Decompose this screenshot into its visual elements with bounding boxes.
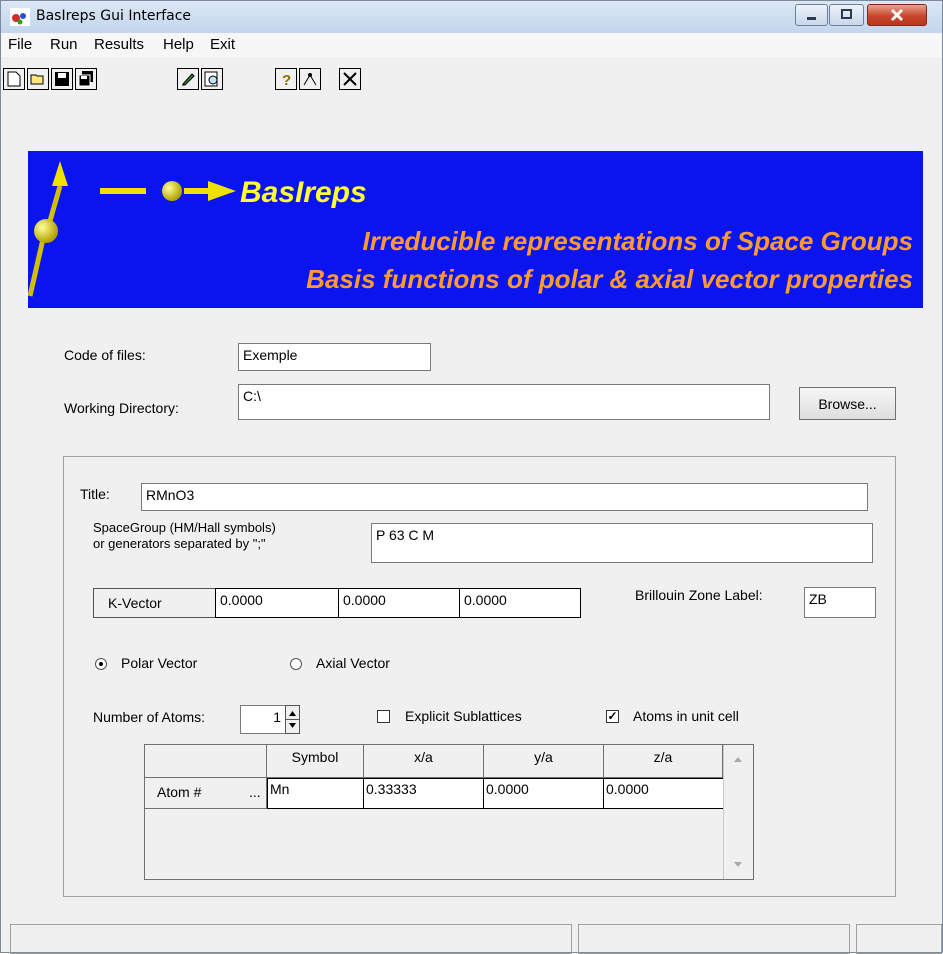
grid-header-symbol[interactable]: Symbol bbox=[267, 745, 364, 778]
scroll-up-icon bbox=[734, 757, 742, 762]
svg-text:?: ? bbox=[282, 72, 291, 87]
minimize-button[interactable] bbox=[795, 4, 828, 26]
grid-cell-y[interactable]: 0.0000 bbox=[483, 778, 604, 809]
spinner-up-down-icon bbox=[286, 711, 299, 728]
menu-bar: File Run Results Help Exit bbox=[1, 33, 942, 57]
title-input[interactable]: RMnO3 bbox=[141, 483, 868, 511]
banner-title: BasIreps bbox=[240, 176, 367, 209]
title-bar: BasIreps Gui Interface bbox=[1, 1, 942, 33]
grid-header-z[interactable]: z/a bbox=[604, 745, 723, 778]
new-file-icon bbox=[7, 71, 21, 87]
number-of-atoms-label: Number of Atoms: bbox=[93, 709, 206, 725]
open-folder-icon bbox=[30, 74, 44, 85]
spacegroup-input[interactable]: P 63 C M bbox=[371, 523, 873, 563]
preview-button[interactable] bbox=[201, 68, 223, 90]
kvector-y-input[interactable]: 0.0000 bbox=[338, 588, 460, 618]
kvector-x-input[interactable]: 0.0000 bbox=[215, 588, 339, 618]
number-of-atoms-input[interactable]: 1 bbox=[240, 705, 286, 734]
save-all-icon bbox=[78, 71, 93, 87]
grid-row-label: Atom # bbox=[157, 784, 202, 800]
save-button[interactable] bbox=[51, 68, 73, 90]
menu-file[interactable]: File bbox=[8, 36, 32, 53]
scroll-down-icon bbox=[734, 862, 742, 867]
app-icon bbox=[10, 8, 30, 26]
brillouin-zone-label: Brillouin Zone Label: bbox=[635, 587, 763, 603]
code-of-files-label: Code of files: bbox=[64, 347, 146, 363]
banner: BasIreps Irreducible representations of … bbox=[28, 151, 923, 308]
atoms-in-unit-cell-checkbox[interactable]: ✓ bbox=[606, 710, 619, 723]
help-button[interactable]: ? bbox=[275, 68, 297, 90]
banner-subtitle-2: Basis functions of polar & axial vector … bbox=[306, 264, 913, 294]
menu-run[interactable]: Run bbox=[50, 36, 78, 53]
window-title: BasIreps Gui Interface bbox=[36, 8, 192, 24]
status-panel-3 bbox=[856, 924, 942, 954]
close-tool-button[interactable] bbox=[339, 68, 361, 90]
atoms-grid[interactable]: Symbol x/a y/a z/a Atom # ... Mn 0.33333… bbox=[144, 744, 754, 880]
grid-header-y[interactable]: y/a bbox=[484, 745, 604, 778]
wizard-button[interactable] bbox=[299, 68, 321, 90]
open-button[interactable] bbox=[27, 68, 49, 90]
preview-icon bbox=[204, 71, 218, 87]
browse-button[interactable]: Browse... bbox=[799, 387, 896, 420]
close-x-icon bbox=[343, 72, 357, 86]
main-window: BasIreps Gui Interface File Run Results … bbox=[0, 0, 943, 954]
polar-vector-label: Polar Vector bbox=[121, 655, 198, 671]
spacegroup-label-line2: or generators separated by ";" bbox=[93, 536, 266, 551]
kvector-label: K-Vector bbox=[93, 588, 216, 618]
title-label: Title: bbox=[80, 486, 110, 502]
close-icon bbox=[890, 8, 904, 22]
edit-button[interactable] bbox=[177, 68, 199, 90]
explicit-sublattices-label: Explicit Sublattices bbox=[405, 708, 522, 724]
banner-subtitle-1: Irreducible representations of Space Gro… bbox=[362, 226, 913, 256]
atoms-spinner[interactable] bbox=[285, 705, 300, 734]
maximize-icon bbox=[841, 9, 852, 19]
help-icon: ? bbox=[282, 72, 291, 87]
axial-vector-radio[interactable] bbox=[290, 658, 302, 670]
polar-vector-radio[interactable] bbox=[95, 658, 107, 670]
explicit-sublattices-checkbox[interactable] bbox=[377, 710, 390, 723]
vector-arrow-icon bbox=[28, 161, 236, 297]
save-icon bbox=[55, 72, 69, 86]
brillouin-zone-input[interactable]: ZB bbox=[804, 587, 876, 618]
working-directory-label: Working Directory: bbox=[64, 400, 179, 416]
wizard-icon bbox=[303, 73, 317, 86]
axial-vector-label: Axial Vector bbox=[316, 655, 390, 671]
status-bar bbox=[1, 922, 942, 954]
code-of-files-input[interactable]: Exemple bbox=[238, 343, 431, 371]
status-panel-1 bbox=[10, 924, 572, 954]
kvector-z-input[interactable]: 0.0000 bbox=[459, 588, 581, 618]
working-directory-input[interactable]: C:\ bbox=[238, 384, 770, 420]
menu-results[interactable]: Results bbox=[94, 36, 144, 53]
edit-pen-icon bbox=[182, 73, 195, 86]
grid-cell-symbol[interactable]: Mn bbox=[267, 778, 364, 809]
grid-row-header: Atom # ... bbox=[145, 778, 267, 809]
new-button[interactable] bbox=[3, 68, 25, 90]
grid-corner-header bbox=[145, 745, 267, 778]
maximize-button[interactable] bbox=[829, 4, 864, 26]
grid-row-ellipsis[interactable]: ... bbox=[249, 784, 261, 800]
atoms-in-unit-cell-label: Atoms in unit cell bbox=[633, 708, 739, 724]
spacegroup-label-line1: SpaceGroup (HM/Hall symbols) bbox=[93, 520, 276, 535]
minimize-icon bbox=[807, 17, 816, 20]
grid-header-x[interactable]: x/a bbox=[364, 745, 484, 778]
grid-cell-z[interactable]: 0.0000 bbox=[603, 778, 724, 809]
toolbar: ? bbox=[1, 58, 942, 98]
close-button[interactable] bbox=[867, 4, 927, 26]
grid-cell-x[interactable]: 0.33333 bbox=[363, 778, 484, 809]
status-panel-2 bbox=[578, 924, 850, 954]
menu-exit[interactable]: Exit bbox=[210, 36, 235, 53]
grid-vertical-scrollbar[interactable] bbox=[723, 745, 753, 879]
save-all-button[interactable] bbox=[75, 68, 97, 90]
menu-help[interactable]: Help bbox=[163, 36, 194, 53]
